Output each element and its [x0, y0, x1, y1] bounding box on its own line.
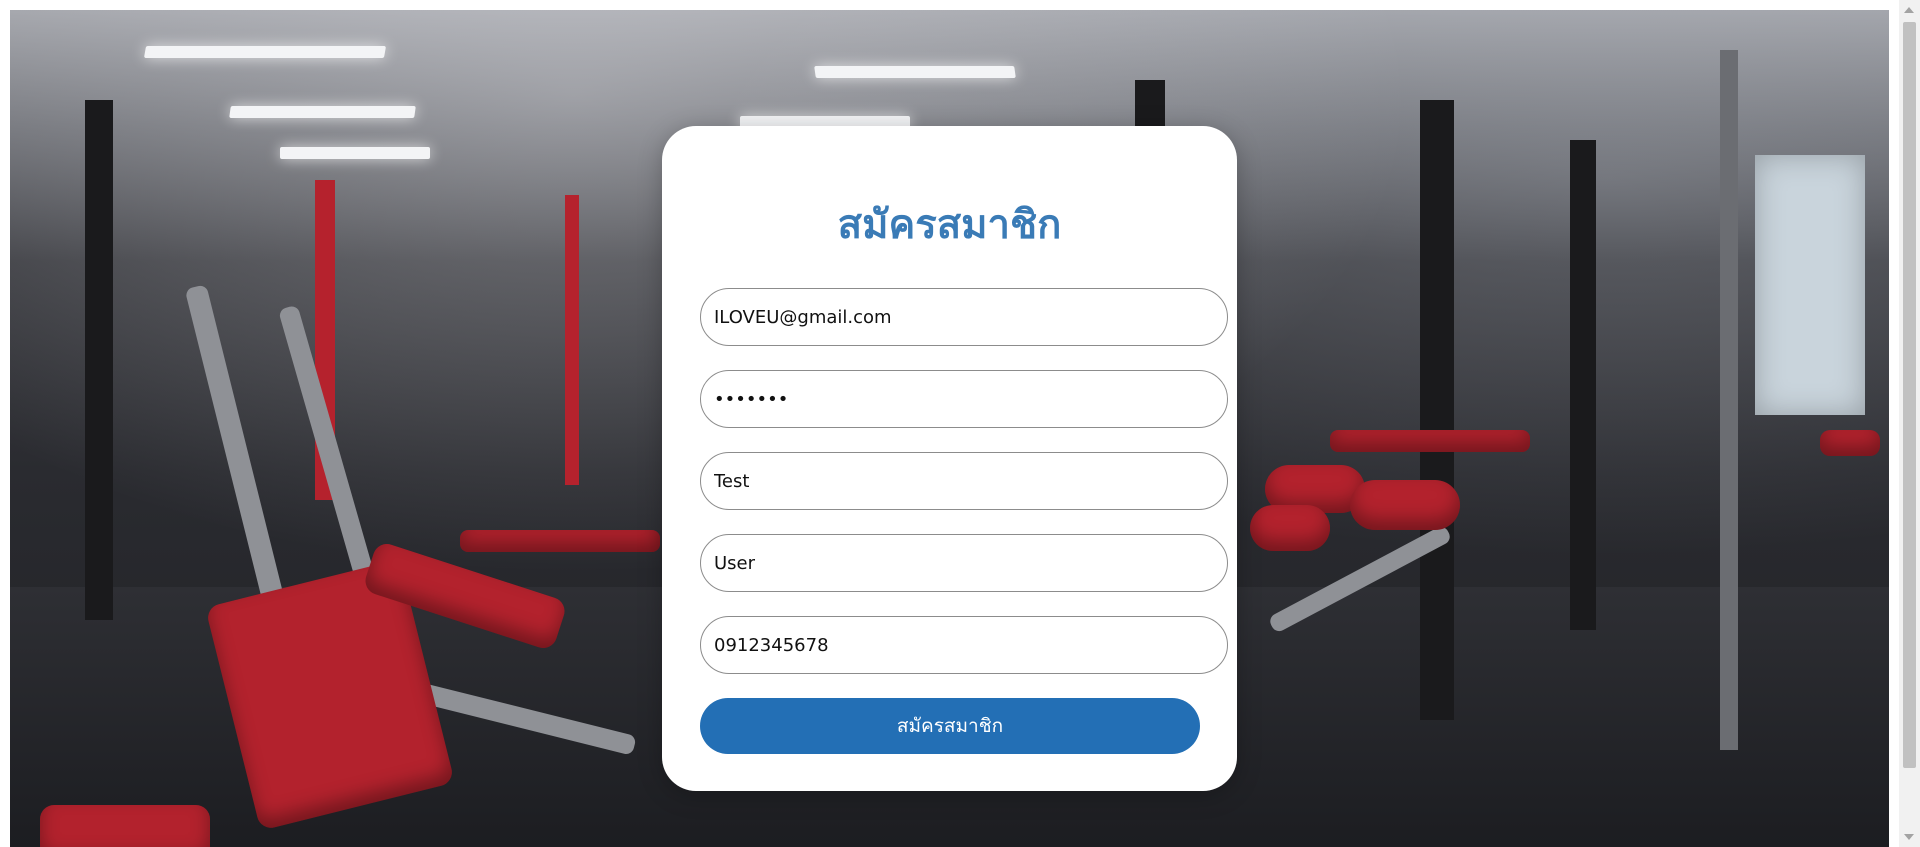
bench-pad [1350, 480, 1460, 530]
scroll-thumb[interactable] [1903, 22, 1916, 768]
bench-pad [1820, 430, 1880, 456]
first-name-field[interactable] [700, 452, 1228, 510]
bench-pad [460, 530, 660, 552]
register-title: สมัครสมาชิก [837, 202, 1062, 248]
ceiling-light [229, 106, 416, 118]
last-name-field[interactable] [700, 534, 1228, 592]
scroll-down-arrow-icon[interactable] [1904, 834, 1914, 840]
password-field[interactable] [700, 370, 1228, 428]
rack-post [85, 100, 113, 620]
bench-pad [40, 805, 210, 847]
phone-field[interactable] [700, 616, 1228, 674]
bench-pad [1250, 505, 1330, 551]
rack-post [1420, 100, 1454, 720]
register-button[interactable]: สมัครสมาชิก [700, 698, 1200, 754]
rack-post [1720, 50, 1738, 750]
vertical-scrollbar[interactable] [1899, 0, 1920, 847]
email-field[interactable] [700, 288, 1228, 346]
window [1755, 155, 1865, 415]
rack-post [1570, 140, 1596, 630]
ceiling-light [814, 66, 1016, 78]
register-card: สมัครสมาชิก สมัครสมาชิก [662, 126, 1237, 791]
ceiling-light [143, 46, 387, 58]
rack-post [565, 195, 579, 485]
bench-pad [1330, 430, 1530, 452]
ceiling-light [280, 147, 430, 159]
scroll-up-arrow-icon[interactable] [1904, 7, 1914, 13]
